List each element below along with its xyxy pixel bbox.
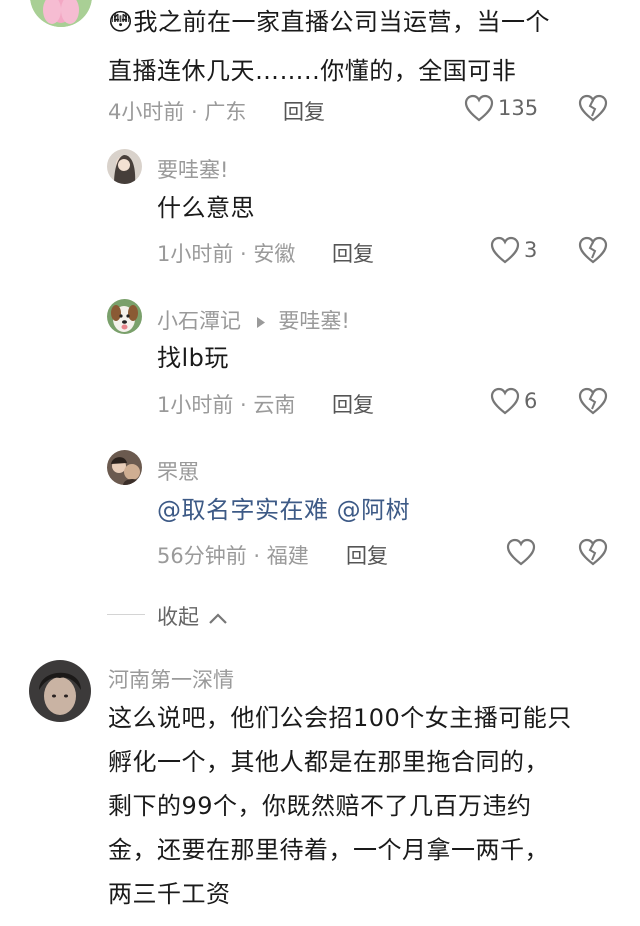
comment-meta: 56分钟前 · 福建 <box>157 544 309 568</box>
avatar-dog[interactable] <box>107 299 142 334</box>
username[interactable]: 河南第一深情 <box>108 664 234 694</box>
comment-text-line: 金，还要在那里待着，一个月拿一两千， <box>108 836 549 864</box>
flushed-emoji-icon: 😳 <box>108 8 134 36</box>
broken-heart-icon[interactable] <box>578 236 608 264</box>
comment-text-line: 孵化一个，其他人都是在那里拖合同的， <box>108 748 549 776</box>
avatar-user[interactable] <box>29 660 91 722</box>
like-count: 6 <box>524 389 538 413</box>
comment-1-text: 😳我之前在一家直播公司当运营，当一个 直播连休几天……..你懂的，全国可非 <box>108 0 618 93</box>
like-count: 3 <box>524 238 538 262</box>
avatar-lotus[interactable] <box>30 0 92 27</box>
comment-meta: 4小时前 · 广东 <box>108 100 247 124</box>
comment-meta: 1小时前 · 云南 <box>157 393 296 417</box>
broken-heart-icon[interactable] <box>578 538 608 566</box>
comment-text: 找lb玩 <box>157 344 229 372</box>
comment-text-line: 直播连休几天……..你懂的，全国可非 <box>108 57 517 85</box>
heart-outline-icon[interactable] <box>506 538 536 566</box>
triangle-right-icon <box>256 310 266 334</box>
comment-meta: 1小时前 · 安徽 <box>157 242 296 266</box>
reply-button[interactable]: 回复 <box>332 389 374 419</box>
chevron-up-icon <box>208 610 228 629</box>
collapse-button[interactable]: 收起 <box>157 601 228 631</box>
heart-outline-icon[interactable] <box>490 387 520 415</box>
heart-outline-icon[interactable] <box>490 236 520 264</box>
reply-button[interactable]: 回复 <box>283 96 325 126</box>
comment-text: 这么说吧，他们公会招100个女主播可能只 孵化一个，其他人都是在那里拖合同的， … <box>108 696 628 916</box>
comment-text-line: 这么说吧，他们公会招100个女主播可能只 <box>108 704 572 732</box>
comment-text-line: 我之前在一家直播公司当运营，当一个 <box>133 8 551 36</box>
comment-text-line: 剩下的99个，你既然赔不了几百万违约 <box>108 792 532 820</box>
broken-heart-icon[interactable] <box>578 387 608 415</box>
avatar-user[interactable] <box>107 450 142 485</box>
username[interactable]: 罘罳 <box>157 456 199 486</box>
username[interactable]: 要哇塞! <box>157 154 228 184</box>
mention-text[interactable]: @取名字实在难 @阿树 <box>157 488 410 532</box>
reply-button[interactable]: 回复 <box>346 540 388 570</box>
collapse-label: 收起 <box>157 605 199 629</box>
comment-text: 什么意思 <box>157 194 255 222</box>
reply-to-username[interactable]: 要哇塞! <box>278 309 349 333</box>
like-count: 135 <box>498 96 539 120</box>
avatar-user[interactable] <box>107 149 142 184</box>
broken-heart-icon[interactable] <box>578 94 608 122</box>
heart-outline-icon[interactable] <box>464 94 494 122</box>
divider <box>107 614 145 615</box>
username[interactable]: 小石潭记 <box>157 309 241 333</box>
reply-button[interactable]: 回复 <box>332 238 374 268</box>
comment-text-line: 两三千工资 <box>108 880 231 908</box>
